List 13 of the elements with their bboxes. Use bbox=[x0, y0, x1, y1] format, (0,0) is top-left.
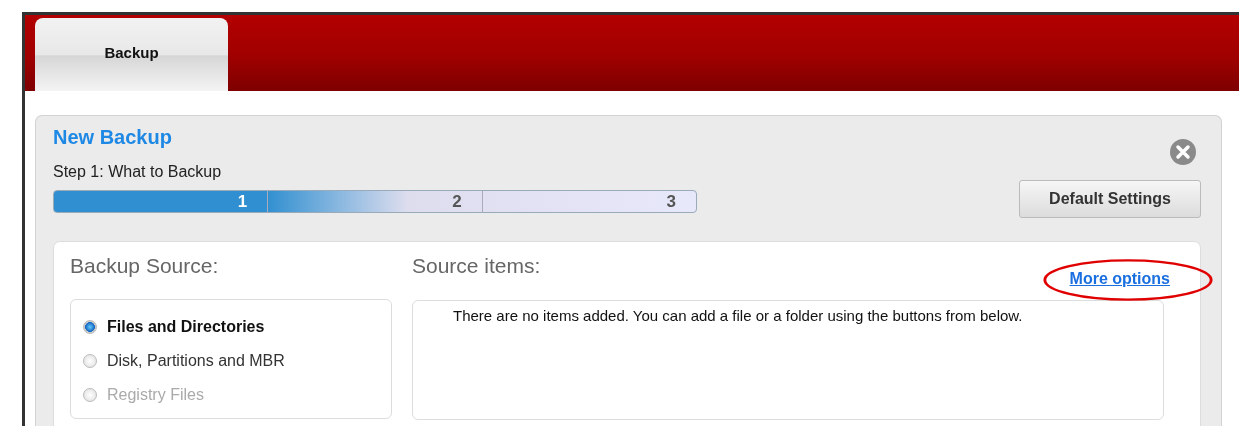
step-number: 3 bbox=[665, 191, 677, 212]
step-number: 2 bbox=[268, 191, 483, 212]
panel-title: New Backup bbox=[53, 126, 173, 149]
empty-message: There are no items added. You can add a file or a folder using the buttons from below. bbox=[453, 307, 1024, 324]
radio-option[interactable]: Disk, Partitions and MBR bbox=[83, 344, 379, 378]
default-settings-button[interactable]: Default Settings bbox=[1019, 180, 1201, 218]
radio-option[interactable]: Files and Directories bbox=[83, 310, 379, 344]
section-heading: Backup Source: bbox=[70, 254, 220, 278]
section-heading: Source items: bbox=[412, 254, 541, 278]
step-label: Step 1: What to Backup bbox=[53, 163, 223, 181]
tab[interactable]: Backup bbox=[35, 18, 228, 91]
step-number: 1 bbox=[54, 191, 269, 212]
close-icon[interactable] bbox=[1169, 138, 1197, 166]
